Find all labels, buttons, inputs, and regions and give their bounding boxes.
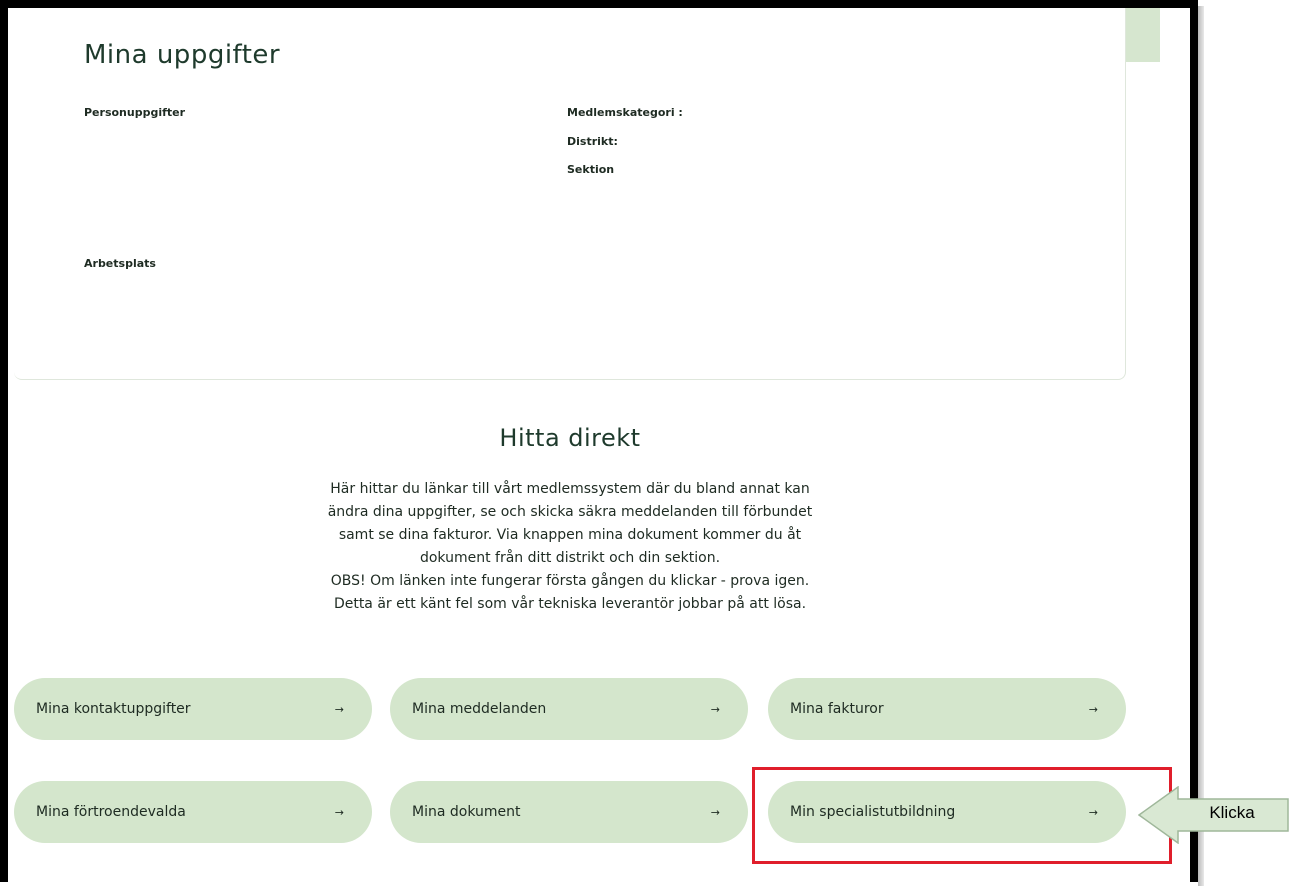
button-label: Mina dokument xyxy=(412,804,521,820)
arrow-right-icon: → xyxy=(334,805,344,819)
description-line: OBS! Om länken inte fungerar första gång… xyxy=(330,573,810,589)
frame-shadow xyxy=(1198,6,1204,886)
member-category-label: Medlemskategori : xyxy=(567,106,683,119)
arrow-right-icon: → xyxy=(334,702,344,716)
elected-representatives-button[interactable]: Mina förtroendevalda → xyxy=(14,781,372,843)
section-label: Sektion xyxy=(567,163,615,176)
button-label: Mina fakturor xyxy=(790,701,884,717)
messages-button[interactable]: Mina meddelanden → xyxy=(390,678,748,740)
button-label: Mina meddelanden xyxy=(412,701,547,717)
invoices-button[interactable]: Mina fakturor → xyxy=(768,678,1126,740)
description-line: Här hittar du länkar till vårt medlemssy… xyxy=(330,481,810,497)
page-title: Mina uppgifter xyxy=(84,40,281,70)
description-line: samt se dina fakturor. Via knappen mina … xyxy=(338,527,802,543)
personal-info-label: Personuppgifter xyxy=(84,106,186,119)
district-label: Distrikt: xyxy=(567,135,618,148)
description-line: ändra dina uppgifter, se och skicka säkr… xyxy=(327,504,813,520)
corner-tab xyxy=(1126,8,1160,62)
callout-label: Klicka xyxy=(1209,803,1255,822)
arrow-right-icon: → xyxy=(1088,702,1098,716)
highlight-box xyxy=(752,767,1172,864)
workplace-label: Arbetsplats xyxy=(84,257,156,270)
description-line: Detta är ett känt fel som vår tekniska l… xyxy=(333,596,807,612)
button-label: Mina kontaktuppgifter xyxy=(36,701,191,717)
arrow-right-icon: → xyxy=(710,702,720,716)
arrow-right-icon: → xyxy=(710,805,720,819)
contact-info-button[interactable]: Mina kontaktuppgifter → xyxy=(14,678,372,740)
documents-button[interactable]: Mina dokument → xyxy=(390,781,748,843)
click-callout: Klicka xyxy=(1138,786,1290,844)
find-direct-description: Här hittar du länkar till vårt medlemssy… xyxy=(270,478,870,616)
button-label: Mina förtroendevalda xyxy=(36,804,186,820)
find-direct-title: Hitta direkt xyxy=(499,424,641,452)
description-line: dokument från ditt distrikt och din sekt… xyxy=(419,550,721,566)
